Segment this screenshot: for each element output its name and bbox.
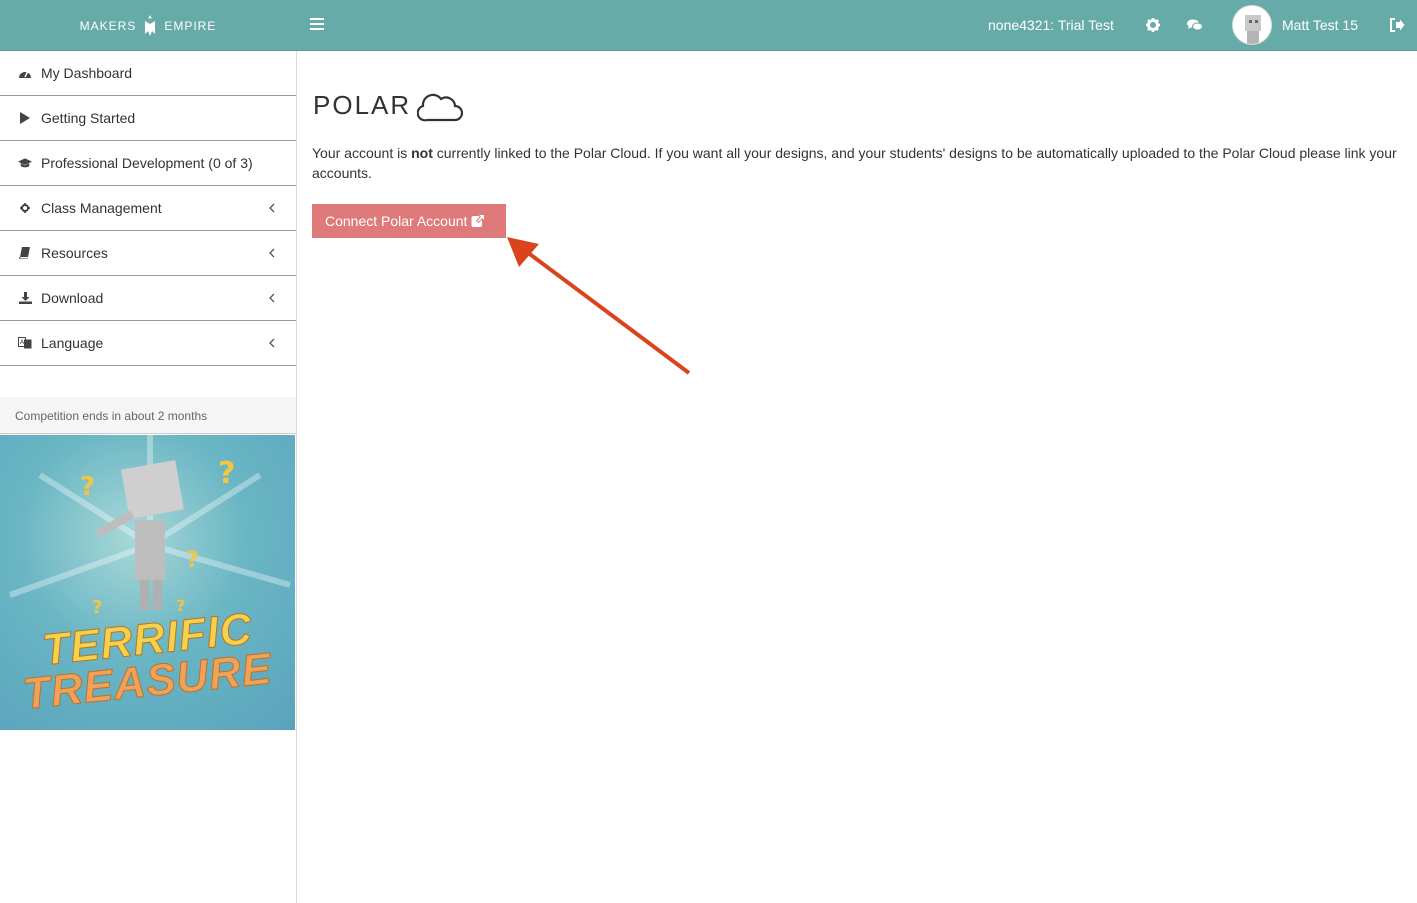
sidebar-item-my-dashboard[interactable]: My Dashboard [0,51,296,96]
chat-icon[interactable] [1186,16,1204,34]
logout-icon[interactable] [1388,16,1406,34]
connect-polar-account-button[interactable]: Connect Polar Account [312,204,506,238]
gear-icon[interactable] [1144,16,1162,34]
sidebar-item-label: Language [41,335,104,351]
logo-text-left: MAKERS [79,18,137,33]
competition-countdown: Competition ends in about 2 months [0,397,296,434]
main-content: POLAR Your account is not currently link… [297,51,1417,903]
sidebar-item-label: My Dashboard [41,65,133,81]
polar-logo-text: POLAR [313,89,412,120]
logo-mark-icon [145,14,156,36]
chevron-left-icon [269,338,275,348]
graduation-cap-icon [18,156,32,170]
sidebar-item-label: Professional Development (0 of 3) [41,155,253,171]
chevron-left-icon [269,293,275,303]
svg-text:?: ? [218,456,235,491]
sidebar-item-professional-development[interactable]: Professional Development (0 of 3) [0,141,296,186]
download-icon [18,291,32,305]
username[interactable]: Matt Test 15 [1282,17,1358,33]
chevron-left-icon [269,203,275,213]
svg-text:?: ? [80,472,95,502]
annotation-arrow [507,237,691,375]
message-text-start: Your account is [312,145,412,161]
dashboard-icon [18,66,32,80]
sidebar-item-download[interactable]: Download [0,276,296,321]
logo-text-right: EMPIRE [164,18,217,33]
message-emphasis: not [411,145,433,161]
sidebar-item-resources[interactable]: Resources [0,231,296,276]
polar-logo: POLAR [313,87,464,123]
svg-text:?: ? [186,548,199,573]
gear-icon [18,201,32,215]
cloud-icon [417,93,464,122]
svg-text:?: ? [92,597,102,618]
makers-empire-logo[interactable]: MAKERS EMPIRE [0,0,296,51]
sidebar-item-label: Download [41,290,104,306]
external-link-icon [471,214,486,227]
play-icon [18,111,32,125]
book-icon [18,246,32,260]
chevron-left-icon [269,248,275,258]
account-link-message: Your account is not currently linked to … [312,143,1402,183]
top-bar: MAKERS EMPIRE none4321: Trial Test Matt … [0,0,1417,51]
sidebar-item-label: Resources [41,245,108,261]
competition-banner[interactable]: ? ? ? ? ? TERRIFIC TREASURE [0,435,295,730]
menu-icon[interactable] [310,18,324,32]
language-icon: A [18,336,32,350]
sidebar-item-language[interactable]: A Language [0,321,296,366]
sidebar: My Dashboard Getting Started Professiona… [0,51,297,903]
message-text-end: currently linked to the Polar Cloud. If … [312,145,1397,181]
sidebar-item-getting-started[interactable]: Getting Started [0,96,296,141]
avatar-image [1245,15,1261,44]
school-name[interactable]: none4321: Trial Test [988,17,1114,33]
sidebar-item-label: Getting Started [41,110,136,126]
sidebar-item-label: Class Management [41,200,162,216]
connect-button-label: Connect Polar Account [325,213,468,229]
avatar[interactable] [1232,5,1272,45]
sidebar-item-class-management[interactable]: Class Management [0,186,296,231]
